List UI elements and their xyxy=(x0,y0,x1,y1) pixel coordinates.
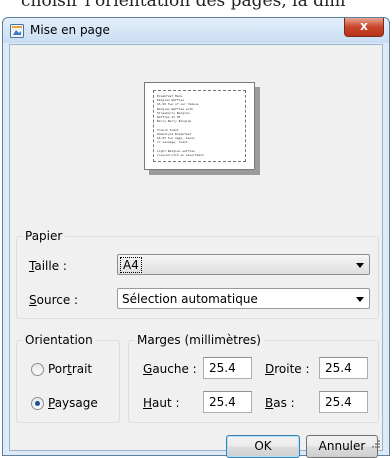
page-preview: Breakfast Menu Belgian Waffles $5.95 Two o… xyxy=(144,82,255,170)
background-document-text: choisir l'orientation des pages, la dim xyxy=(21,0,346,11)
landscape-label[interactable]: Paysage xyxy=(48,396,98,410)
margins-group-legend: Marges (millimètres) xyxy=(137,333,261,347)
portrait-label[interactable]: Portrait xyxy=(48,362,92,376)
title-bar[interactable]: Mise en page x xyxy=(3,18,389,43)
dialog-client-area: Breakfast Menu Belgian Waffles $5.95 Two o… xyxy=(9,44,383,458)
close-icon: x xyxy=(360,19,368,33)
top-margin-label: Haut : xyxy=(143,396,180,410)
cancel-button[interactable]: Annuler xyxy=(306,435,378,458)
left-margin-label: Gauche : xyxy=(143,362,197,376)
paper-group-legend: Papier xyxy=(25,229,63,243)
chevron-down-icon xyxy=(356,263,364,268)
orientation-group-legend: Orientation xyxy=(25,333,93,347)
paper-size-select[interactable]: A4 xyxy=(117,254,370,275)
preview-margin-guide: Breakfast Menu Belgian Waffles $5.95 Two o… xyxy=(153,90,246,162)
portrait-radio[interactable] xyxy=(31,363,44,376)
close-button[interactable]: x xyxy=(344,18,384,37)
right-margin-label: Droite : xyxy=(265,362,310,376)
preview-text: Breakfast Menu Belgian Waffles $5.95 Two o… xyxy=(157,94,242,157)
window-title: Mise en page xyxy=(30,23,110,37)
right-margin-field[interactable]: 25.4 xyxy=(319,357,368,379)
page-setup-icon xyxy=(10,24,24,38)
landscape-radio[interactable] xyxy=(31,397,44,410)
resize-grip-icon[interactable] xyxy=(371,439,381,449)
source-label: Source : xyxy=(29,293,79,307)
paper-size-value: A4 xyxy=(120,257,142,273)
bottom-margin-field[interactable]: 25.4 xyxy=(319,391,368,413)
preview-text-line: covered with an assortment xyxy=(157,152,204,157)
bottom-margin-label: Bas : xyxy=(265,396,295,410)
size-label: Taille : xyxy=(29,259,67,273)
paper-source-value: Sélection automatique xyxy=(122,292,258,306)
chevron-down-icon xyxy=(356,297,364,302)
page-setup-dialog: Mise en page x Breakfast Menu Belgian Waf… xyxy=(2,17,390,458)
paper-source-select[interactable]: Sélection automatique xyxy=(117,288,370,309)
top-margin-field[interactable]: 25.4 xyxy=(203,391,252,413)
ok-button[interactable]: OK xyxy=(226,435,300,458)
left-margin-field[interactable]: 25.4 xyxy=(203,357,252,379)
